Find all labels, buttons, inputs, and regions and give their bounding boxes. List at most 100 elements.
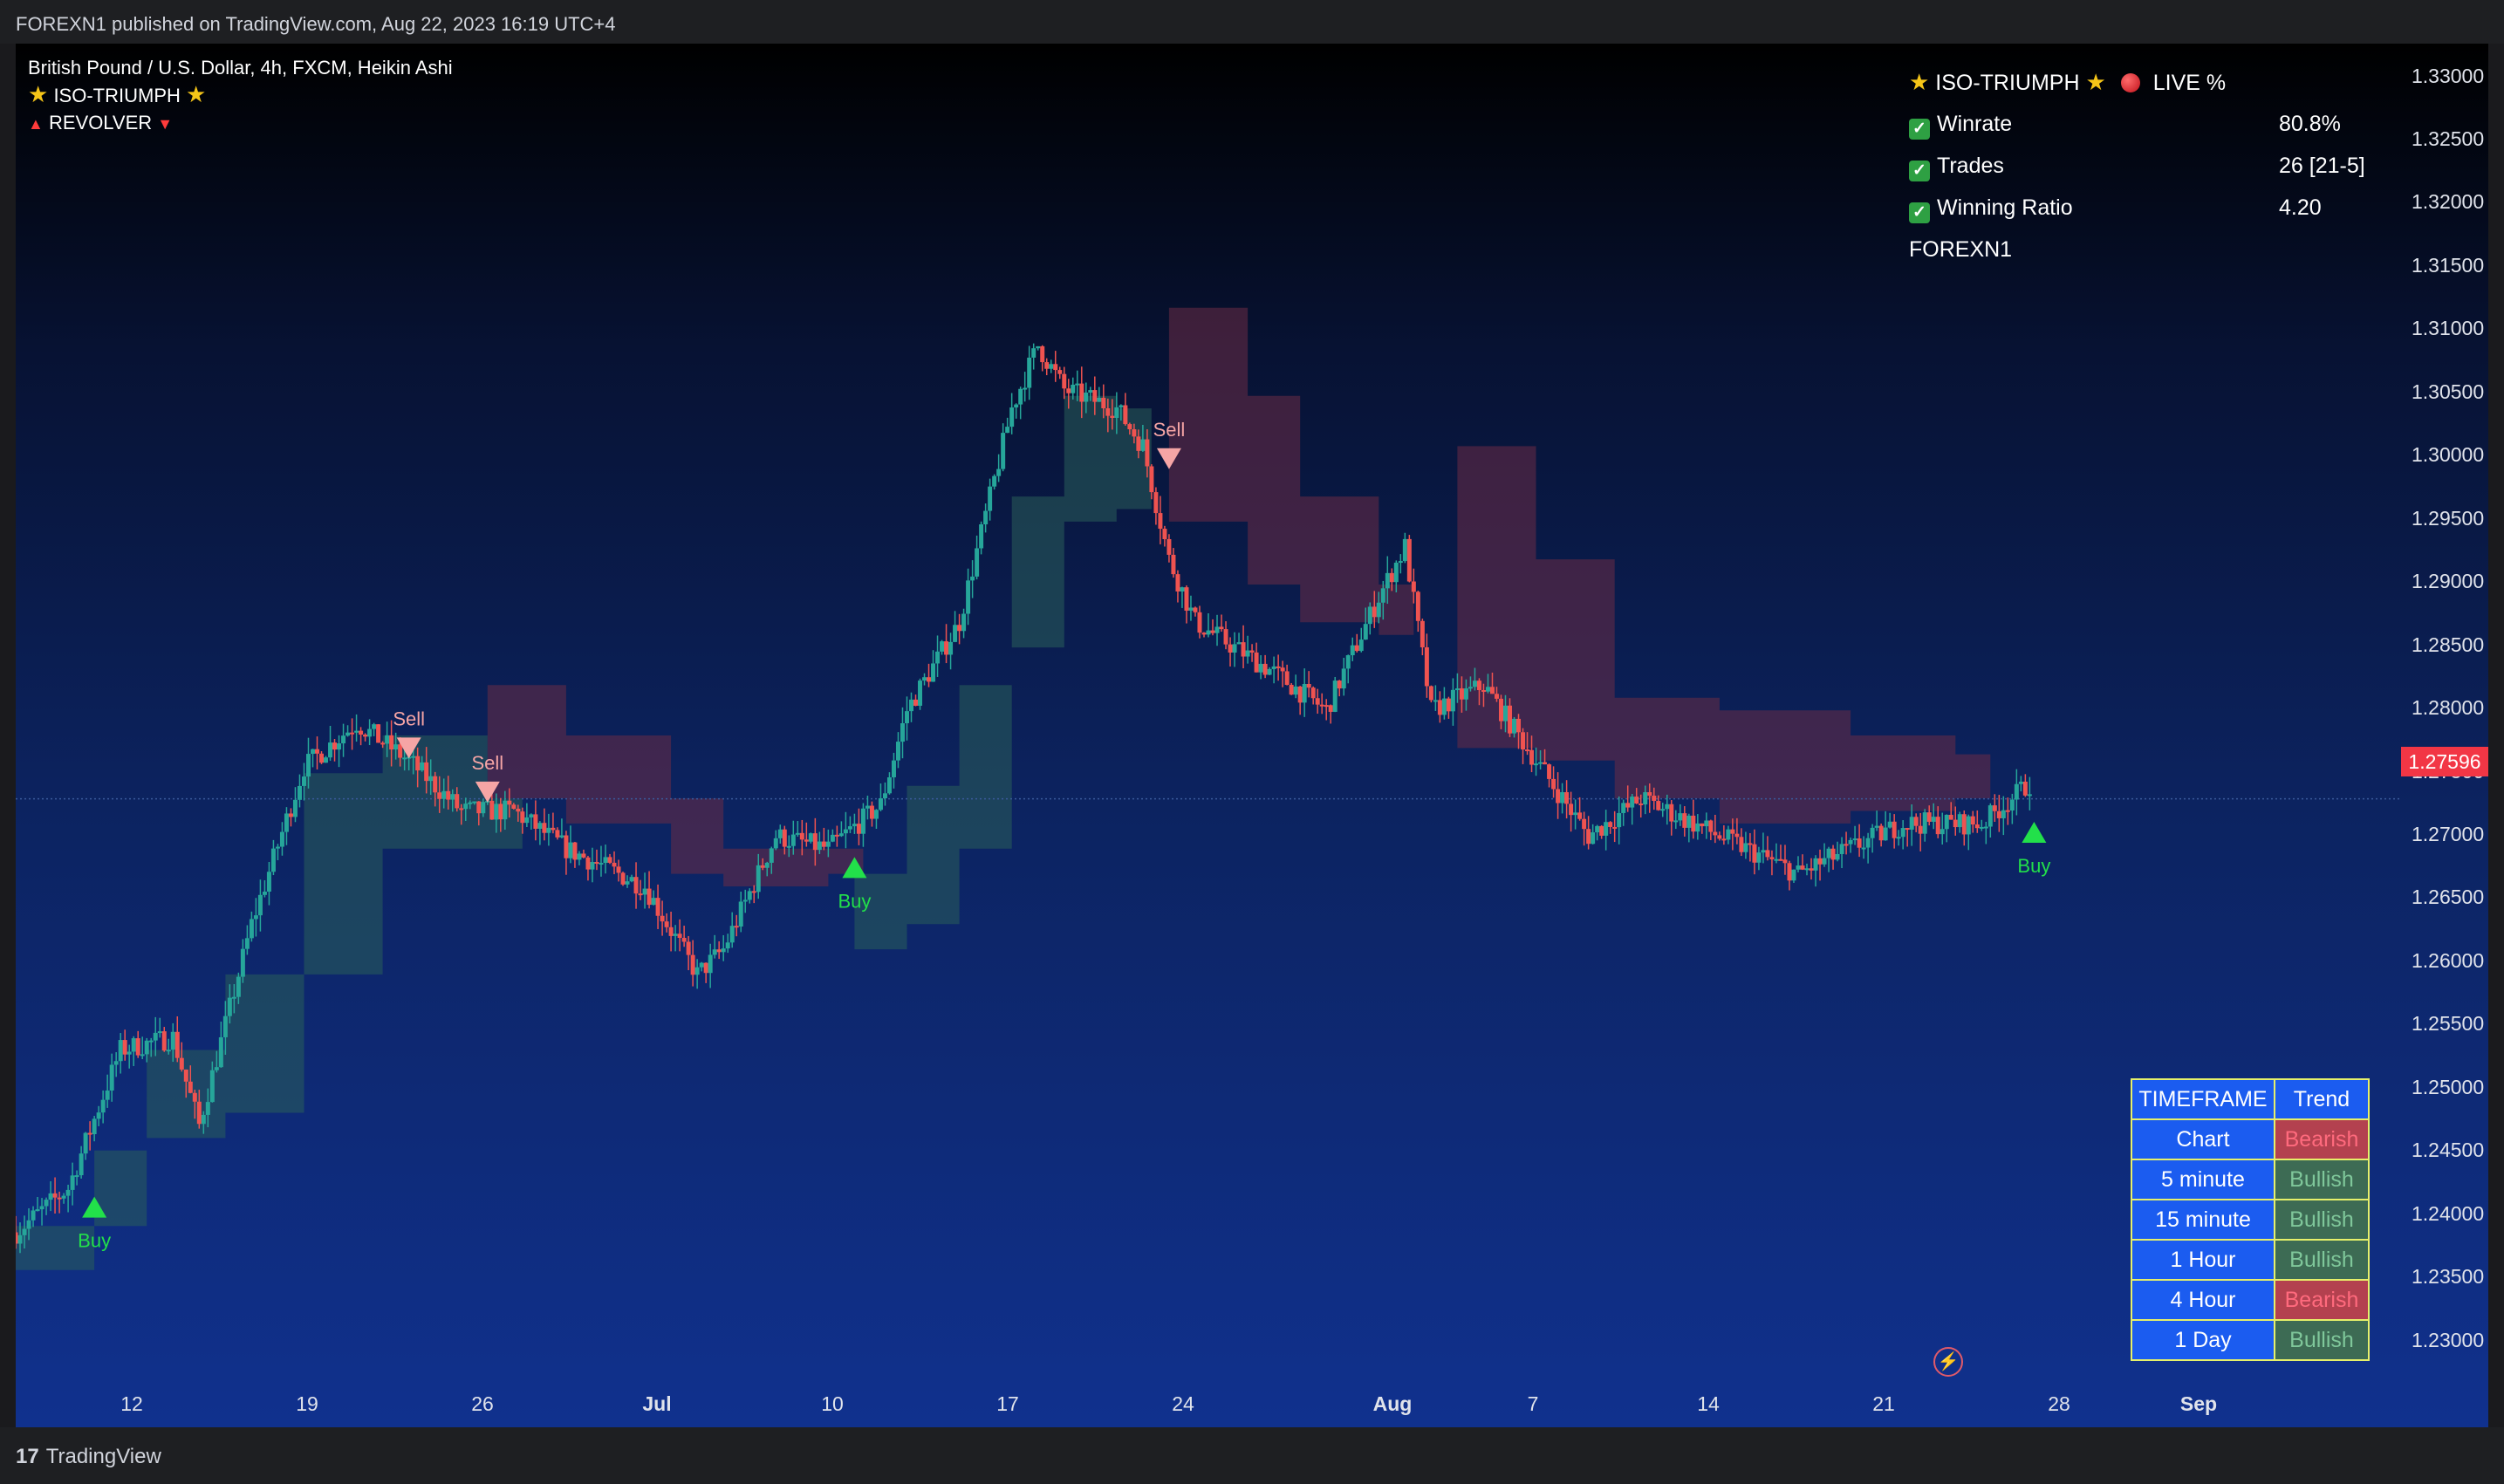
candle-body [1280, 667, 1285, 672]
candle-body [668, 927, 674, 936]
lightning-icon[interactable]: ⚡ [1933, 1347, 1963, 1377]
candle-body [1848, 839, 1853, 845]
candle-body [1940, 829, 1945, 835]
candle-body [476, 801, 482, 814]
candle-body [1717, 835, 1722, 839]
candle-body [1175, 574, 1180, 592]
candle-body [74, 1175, 79, 1178]
candle-body [716, 949, 722, 953]
candle-body [1014, 404, 1019, 408]
candle-body [1682, 813, 1687, 828]
candle-body [196, 1101, 202, 1125]
candle-body [209, 1070, 215, 1103]
candle-body [703, 962, 708, 974]
candle-body [782, 829, 787, 847]
candle-body [647, 888, 652, 906]
candle-body [825, 841, 831, 847]
candle-body [1276, 666, 1281, 668]
candle-body [1140, 439, 1146, 451]
candle-body [860, 808, 865, 834]
price-tick: 1.32500 [2412, 127, 2485, 150]
candle-body [1987, 805, 1993, 827]
candle-body [1088, 390, 1093, 393]
candle-body [1547, 764, 1552, 779]
candle-body [2009, 799, 2015, 810]
candle-body [415, 756, 421, 771]
candle-body [44, 1200, 49, 1207]
candle-body [270, 848, 276, 872]
live-label: LIVE % [2152, 71, 2227, 95]
candle-body [1092, 390, 1098, 402]
red-circle-icon [2120, 73, 2140, 92]
candle-body [1564, 792, 1570, 804]
indicator-iso-triumph-label: ISO-TRIUMPH [53, 85, 181, 106]
stats-title-row: ★ ISO-TRIUMPH ★ LIVE % [1909, 61, 2226, 103]
candle-body [2018, 781, 2023, 784]
time-tick: 10 [821, 1392, 844, 1415]
candle-body [292, 799, 298, 817]
candle-body [2005, 810, 2010, 812]
candle-body [1957, 814, 1962, 828]
candle-body [284, 813, 289, 832]
candle-body [131, 1038, 136, 1052]
candle-body [109, 1064, 114, 1091]
candle-body [1774, 858, 1779, 861]
time-tick: 26 [471, 1392, 494, 1415]
candle-body [1284, 671, 1290, 685]
symbol-line[interactable]: British Pound / U.S. Dollar, 4h, FXCM, H… [28, 54, 453, 81]
candle-body [690, 954, 695, 975]
candle-body [288, 813, 293, 817]
candle-body [886, 776, 892, 794]
candle-body [1437, 700, 1442, 715]
timeframe-cell: 5 minute [2131, 1159, 2275, 1200]
candle-body [140, 1054, 145, 1057]
candle-body [760, 865, 765, 868]
candle-body [1049, 364, 1054, 369]
candle-body [712, 949, 717, 955]
candle-body [236, 976, 241, 997]
candle-body [1791, 869, 1796, 881]
candle-body [1813, 858, 1818, 871]
candle-body [1210, 630, 1215, 633]
candle-body [957, 625, 962, 632]
price-tick: 1.25500 [2412, 1012, 2485, 1035]
timeframe-cell: 1 Day [2131, 1319, 2275, 1361]
indicator-revolver[interactable]: ▲ REVOLVER ▼ [28, 109, 453, 138]
candle-body [546, 827, 551, 833]
candle-body [1900, 828, 1905, 838]
candle-body [1424, 646, 1429, 687]
price-tick: 1.33000 [2412, 65, 2485, 87]
candle-body [1630, 797, 1635, 808]
candle-body [1953, 819, 1958, 828]
candle-body [1084, 392, 1089, 402]
candle-body [87, 1132, 92, 1135]
candle-body [1686, 815, 1692, 828]
candle-body [931, 663, 936, 682]
bear-cloud-band [1457, 446, 1991, 824]
time-tick: 28 [2048, 1392, 2070, 1415]
chart-area[interactable]: Buy Sell Sell Buy Sell Buy British Pound / U.… [16, 44, 2488, 1427]
candle-body [1817, 858, 1823, 865]
price-axis[interactable]: 1.33000 1.32500 1.32000 1.31500 1.31000 … [2401, 44, 2488, 1427]
candle-body [218, 1036, 223, 1068]
price-tick: 1.30000 [2412, 443, 2485, 466]
candle-body [1809, 868, 1814, 871]
tradingview-logo[interactable]: 17 TradingView [16, 1445, 161, 1469]
candle-body [1569, 804, 1574, 816]
price-tick: 1.32000 [2412, 190, 2485, 213]
candle-body [1700, 823, 1705, 827]
candle-body [1494, 694, 1499, 699]
candle-body [625, 881, 630, 885]
candle-body [1974, 824, 1980, 829]
candle-body [240, 948, 245, 977]
indicator-iso-triumph[interactable]: ★ ISO-TRIUMPH ★ [28, 81, 453, 109]
buy-signal-label: Buy [78, 1230, 111, 1252]
candle-body [1782, 859, 1788, 864]
candle-body [1450, 689, 1455, 712]
candle-body [511, 804, 517, 809]
candle-body [1979, 826, 1984, 829]
candle-body [1918, 825, 1923, 834]
candle-body [1761, 850, 1766, 853]
candle-body [1319, 704, 1324, 707]
triangle-up-icon: ▲ [28, 115, 44, 133]
